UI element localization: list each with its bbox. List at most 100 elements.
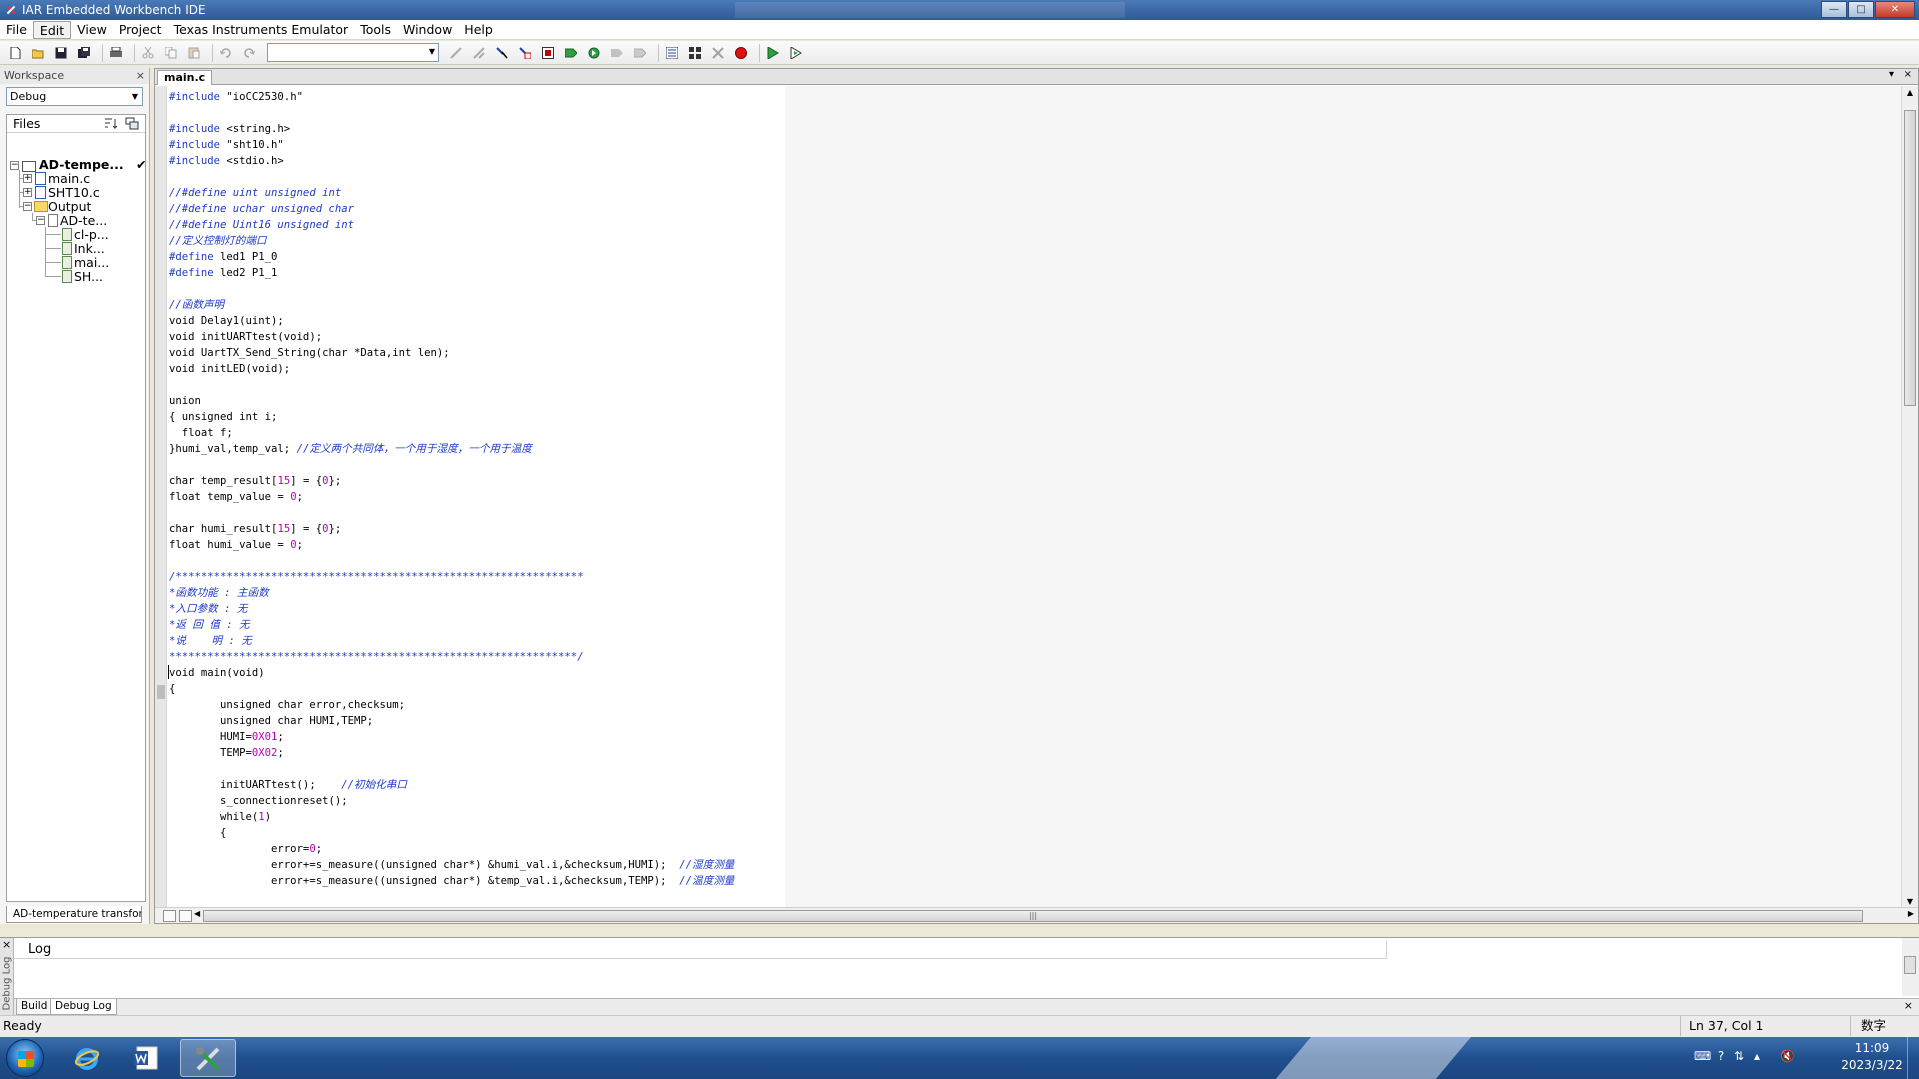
tab-close-icon[interactable]: ×	[1904, 69, 1912, 80]
code-line[interactable]: //函数声明	[169, 297, 734, 313]
code-line[interactable]: s_connectionreset();	[169, 793, 734, 809]
code-line[interactable]: {	[169, 825, 734, 841]
options-icon[interactable]	[125, 117, 139, 130]
code-line[interactable]: *返 回 值 : 无	[169, 617, 734, 633]
find-combo[interactable]	[267, 43, 439, 62]
code-line[interactable]	[169, 169, 734, 185]
menu-file[interactable]: File	[0, 21, 33, 39]
log-scrollbar[interactable]	[1902, 938, 1919, 996]
menu-help[interactable]: Help	[458, 21, 499, 39]
stop-build-icon[interactable]	[608, 44, 626, 62]
tree-item-sh[interactable]: SH...	[74, 269, 103, 285]
code-line[interactable]: #include <stdio.h>	[169, 153, 734, 169]
tab-debug-log[interactable]: Debug Log	[50, 999, 117, 1015]
code-area[interactable]: #include "ioCC2530.h" #include <string.h…	[167, 86, 1902, 909]
menu-edit[interactable]: Edit	[32, 20, 72, 39]
scroll-up-icon[interactable]: ▲	[1902, 86, 1918, 100]
toggle-view-icon[interactable]	[179, 910, 192, 922]
minimize-button[interactable]: —	[1821, 1, 1847, 18]
code-line[interactable]: error+=s_measure((unsigned char*) &humi_…	[169, 857, 734, 873]
code-line[interactable]: char temp_result[15] = {0};	[169, 473, 734, 489]
code-line[interactable]: //#define Uint16 unsigned int	[169, 217, 734, 233]
download-debug-icon[interactable]	[787, 44, 805, 62]
debug-icon[interactable]	[764, 44, 782, 62]
workspace-tab[interactable]: AD-temperature transform	[6, 906, 142, 923]
vertical-scroll-thumb[interactable]	[1904, 110, 1916, 406]
code-line[interactable]	[169, 761, 734, 777]
new-file-icon[interactable]	[6, 44, 24, 62]
start-button[interactable]	[6, 1039, 44, 1077]
make-icon[interactable]	[562, 44, 580, 62]
code-line[interactable]: }humi_val,temp_val; //定义两个共同体，一个用于湿度，一个用…	[169, 441, 734, 457]
code-line[interactable]: {	[169, 681, 734, 697]
code-line[interactable]: #define led2 P1_1	[169, 265, 734, 281]
find-icon[interactable]	[516, 44, 534, 62]
code-line[interactable]: char humi_result[15] = {0};	[169, 521, 734, 537]
menu-tools[interactable]: Tools	[354, 21, 397, 39]
network-icon[interactable]: ⇅	[1732, 1049, 1746, 1063]
menu-view[interactable]: View	[71, 21, 113, 39]
collapse-project-icon[interactable]: −	[10, 161, 19, 170]
tab-build[interactable]: Build	[16, 999, 53, 1015]
sort-icon[interactable]	[104, 117, 118, 130]
expand-main-icon[interactable]: +	[23, 174, 32, 183]
code-line[interactable]	[169, 457, 734, 473]
tab-main-c[interactable]: main.c	[157, 70, 213, 85]
compile-icon[interactable]	[539, 44, 557, 62]
code-line[interactable]: #include <string.h>	[169, 121, 734, 137]
menu-window[interactable]: Window	[397, 21, 458, 39]
clock[interactable]: 11:09 2023/3/22	[1836, 1040, 1908, 1074]
code-line[interactable]: void initUARTtest(void);	[169, 329, 734, 345]
breakpoint-gutter[interactable]	[155, 86, 167, 909]
maximize-button[interactable]: □	[1848, 1, 1874, 18]
code-line[interactable]: //#define uint unsigned int	[169, 185, 734, 201]
save-icon[interactable]	[52, 44, 70, 62]
code-line[interactable]: #include "sht10.h"	[169, 137, 734, 153]
save-all-icon[interactable]	[75, 44, 93, 62]
code-line[interactable]: unsigned char error,checksum;	[169, 697, 734, 713]
scroll-right-icon[interactable]: ▶	[1908, 909, 1914, 918]
copy-icon[interactable]	[162, 44, 180, 62]
batch-build-icon[interactable]	[631, 44, 649, 62]
open-icon[interactable]	[29, 44, 47, 62]
volume-muted-icon[interactable]: 🔇	[1780, 1049, 1795, 1063]
code-line[interactable]: float humi_value = 0;	[169, 537, 734, 553]
code-line[interactable]: #include "ioCC2530.h"	[169, 89, 734, 105]
log-close-icon[interactable]: ×	[2, 938, 11, 951]
rebuild-icon[interactable]	[585, 44, 603, 62]
register-icon[interactable]	[686, 44, 704, 62]
scroll-left-icon[interactable]: ◀	[194, 909, 200, 918]
workspace-close-icon[interactable]: ×	[136, 68, 145, 84]
code-line[interactable]	[169, 281, 734, 297]
code-line[interactable]: void Delay1(uint);	[169, 313, 734, 329]
code-line[interactable]: error=0;	[169, 841, 734, 857]
remove-breakpoints-icon[interactable]	[709, 44, 727, 62]
taskbar-ie-button[interactable]	[60, 1039, 116, 1077]
code-line[interactable]: unsigned char HUMI,TEMP;	[169, 713, 734, 729]
cut-icon[interactable]	[139, 44, 157, 62]
code-line[interactable]	[169, 377, 734, 393]
code-line[interactable]: void main(void)	[169, 665, 734, 681]
code-line[interactable]: void UartTX_Send_String(char *Data,int l…	[169, 345, 734, 361]
code-line[interactable]: union	[169, 393, 734, 409]
code-line[interactable]: //定义控制灯的端口	[169, 233, 734, 249]
bookmark-next-icon[interactable]	[470, 44, 488, 62]
code-line[interactable]: *函数功能 : 主函数	[169, 585, 734, 601]
code-line[interactable]: *入口参数 : 无	[169, 601, 734, 617]
code-line[interactable]: *说 明 : 无	[169, 633, 734, 649]
goto-icon[interactable]	[493, 44, 511, 62]
code-line[interactable]: float f;	[169, 425, 734, 441]
print-icon[interactable]	[107, 44, 125, 62]
show-hidden-icon[interactable]: ▴	[1750, 1049, 1764, 1063]
code-line[interactable]: { unsigned int i;	[169, 409, 734, 425]
title-bar[interactable]: IAR Embedded Workbench IDE — □ ✕	[0, 0, 1919, 20]
configuration-select[interactable]: Debug	[6, 87, 143, 106]
code-line[interactable]: void initLED(void);	[169, 361, 734, 377]
keyboard-icon[interactable]: ⌨	[1694, 1049, 1711, 1063]
split-view-icon[interactable]	[163, 910, 176, 922]
help-icon[interactable]: ?	[1714, 1049, 1728, 1063]
code-line[interactable]: float temp_value = 0;	[169, 489, 734, 505]
log-tabs-close-icon[interactable]: ×	[1904, 999, 1913, 1012]
toggle-breakpoint-icon[interactable]	[732, 44, 750, 62]
code-line[interactable]: HUMI=0X01;	[169, 729, 734, 745]
